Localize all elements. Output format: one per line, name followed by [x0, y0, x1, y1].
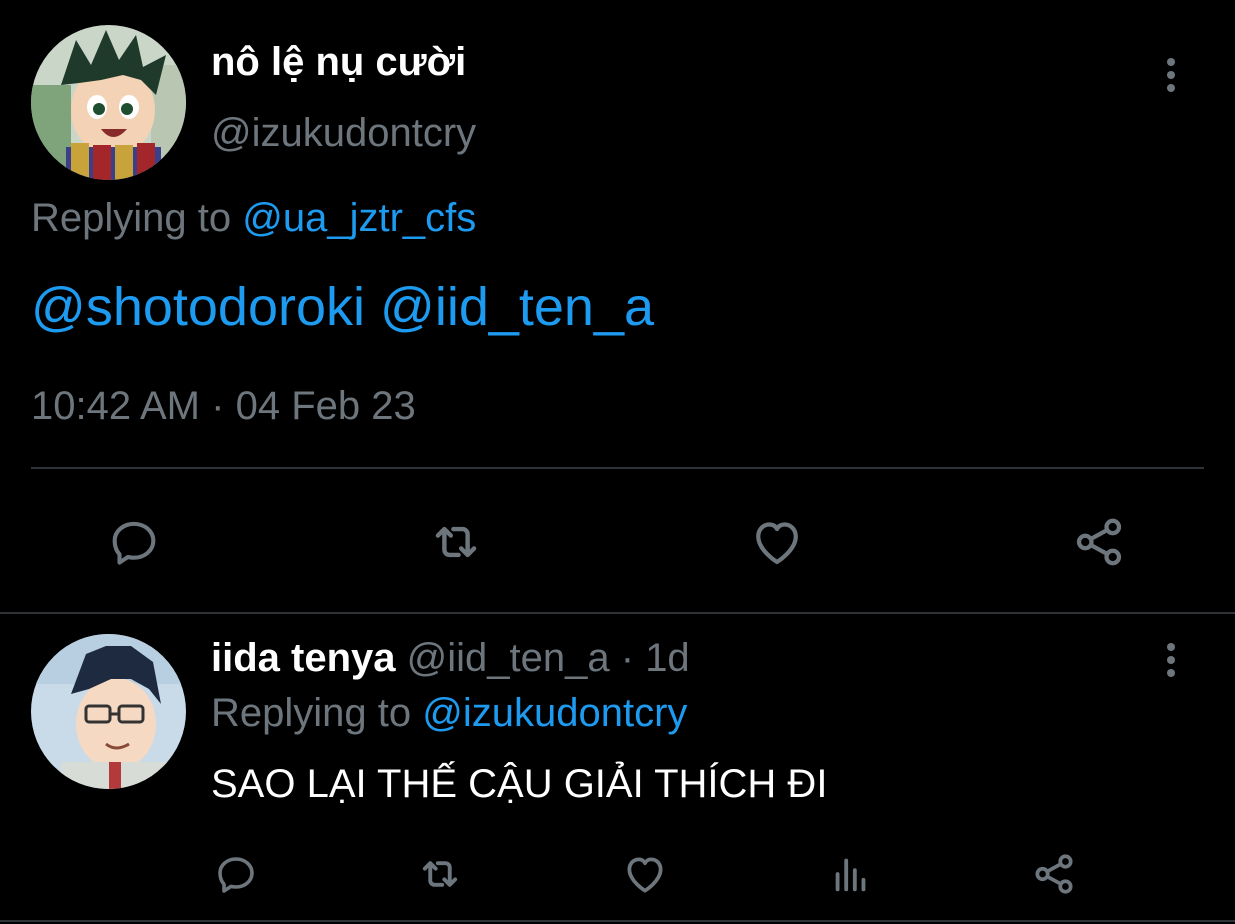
mention-link[interactable]: @iid_ten_a [380, 277, 654, 337]
like-icon [756, 522, 798, 565]
share-icon [1035, 854, 1073, 894]
reply-icon [218, 857, 254, 893]
share-button[interactable] [1028, 848, 1080, 900]
reply-text: SAO LẠI THẾ CẬU GIẢI THÍCH ĐI [211, 762, 828, 806]
replying-handle-link[interactable]: @izukudontcry [422, 691, 687, 735]
reply-age: 1d [645, 636, 690, 680]
retweet-icon [422, 861, 458, 887]
tweet-body: @shotodoroki @iid_ten_a [31, 276, 654, 338]
author-name[interactable]: iida tenya [211, 636, 396, 680]
retweet-icon [435, 526, 477, 558]
analytics-icon [835, 858, 866, 892]
author-handle[interactable]: @izukudontcry [211, 111, 476, 156]
avatar-image [31, 634, 186, 789]
divider [0, 920, 1235, 922]
share-icon [1076, 518, 1122, 566]
like-icon [627, 857, 663, 893]
like-button[interactable] [619, 848, 671, 900]
replying-prefix: Replying to [31, 196, 232, 240]
replying-prefix: Replying to [211, 691, 412, 735]
tweet-time: 10:42 AM [31, 384, 201, 428]
replying-handle-link[interactable]: @ua_jztr_cfs [242, 196, 476, 240]
replying-to: Replying to @izukudontcry [211, 691, 687, 736]
author-name[interactable]: nô lệ nụ cười [211, 40, 466, 85]
reply-icon [112, 521, 156, 565]
author-handle[interactable]: @iid_ten_a [407, 636, 610, 680]
more-options-icon[interactable] [1161, 53, 1181, 97]
divider [0, 612, 1235, 614]
share-button[interactable] [1067, 510, 1131, 574]
header-separator: · [620, 636, 635, 680]
replying-to: Replying to @ua_jztr_cfs [31, 196, 476, 241]
timestamp-separator: · [211, 384, 225, 428]
reply-button[interactable] [210, 848, 262, 900]
mention-link[interactable]: @shotodoroki [31, 277, 365, 337]
avatar[interactable] [31, 634, 186, 789]
analytics-button[interactable] [825, 848, 877, 900]
avatar[interactable] [31, 25, 186, 180]
retweet-button[interactable] [413, 848, 467, 900]
more-options-icon[interactable] [1161, 638, 1181, 682]
reply-button[interactable] [102, 510, 166, 574]
tweet-timestamp: 10:42 AM · 04 Feb 23 [31, 384, 416, 429]
divider [31, 467, 1204, 469]
tweet-date: 04 Feb 23 [235, 384, 416, 428]
avatar-image [31, 25, 186, 180]
reply-header: iida tenya @iid_ten_a · 1d [211, 636, 690, 681]
retweet-button[interactable] [424, 510, 488, 574]
like-button[interactable] [745, 510, 809, 574]
